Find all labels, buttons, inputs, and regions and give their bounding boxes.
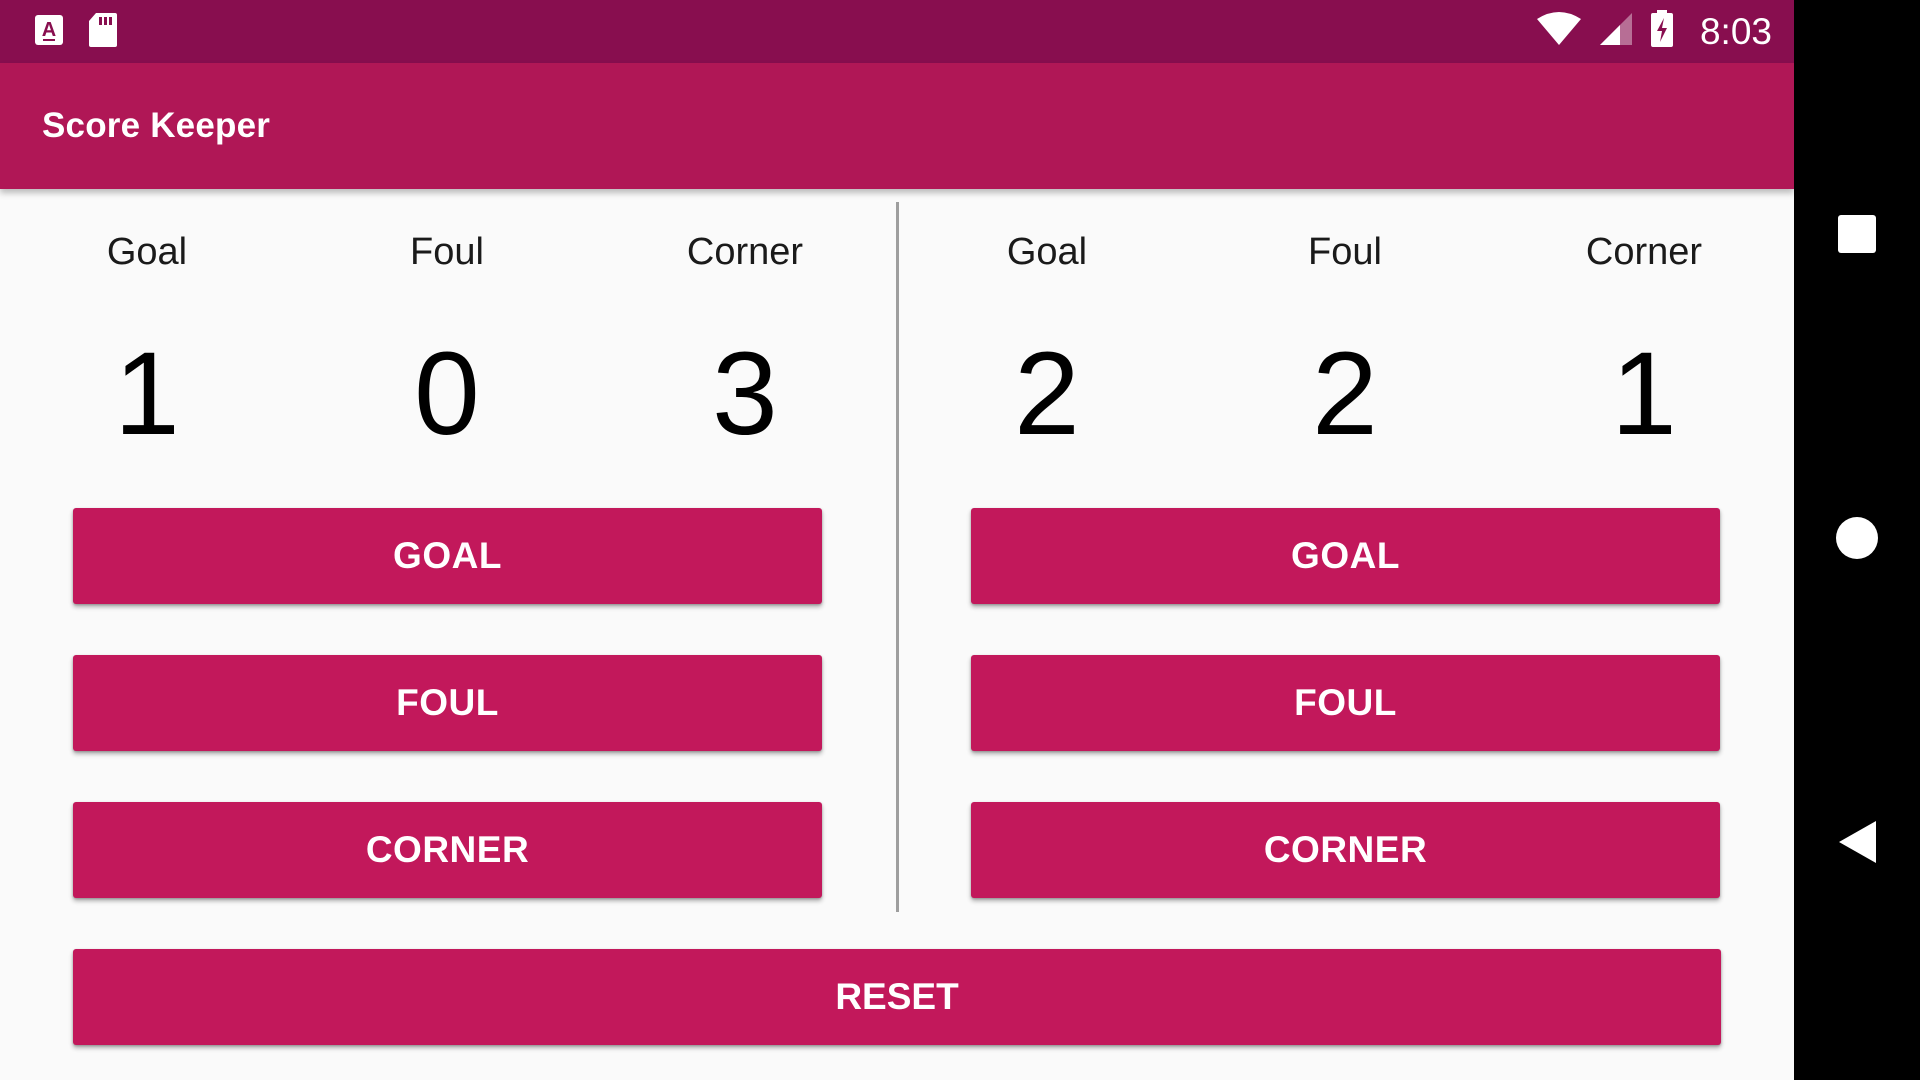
status-bar: A 8:03 [0, 0, 1794, 63]
app-toolbar: Score Keeper [0, 63, 1794, 189]
back-icon [1836, 819, 1878, 870]
corner-count: 1 [1611, 328, 1677, 460]
text-input-icon: A [34, 14, 64, 51]
home-icon [1835, 516, 1879, 565]
foul-count: 0 [414, 328, 480, 460]
sd-card-icon [88, 12, 118, 53]
team-a-goal-button[interactable]: GOAL [73, 508, 822, 604]
status-left-icons: A [34, 12, 118, 53]
foul-count: 2 [1312, 328, 1378, 460]
back-button[interactable] [1794, 784, 1920, 904]
team-b-foul-button[interactable]: FOUL [971, 655, 1720, 751]
recents-icon [1836, 213, 1878, 260]
reset-button[interactable]: RESET [73, 949, 1721, 1045]
main-content: Goal 1 Foul 0 Corner 3 GOAL FOUL CORNER … [0, 189, 1794, 1080]
team-a-foul-button[interactable]: FOUL [73, 655, 822, 751]
navigation-bar [1794, 0, 1920, 1080]
corner-label: Corner [686, 231, 804, 273]
team-b-goal-button[interactable]: GOAL [971, 508, 1720, 604]
home-button[interactable] [1794, 480, 1920, 600]
goal-count: 2 [1014, 328, 1080, 460]
goal-label: Goal [106, 231, 188, 273]
goal-label: Goal [1006, 231, 1088, 273]
status-time: 8:03 [1699, 10, 1772, 52]
team-a-panel: Goal 1 Foul 0 Corner 3 GOAL FOUL CORNER [73, 189, 822, 909]
status-right-icons: 8:03 [1536, 0, 1772, 63]
team-divider [896, 202, 899, 912]
signal-icon [1598, 11, 1634, 52]
team-b-panel: Goal 2 Foul 2 Corner 1 GOAL FOUL CORNER [971, 189, 1720, 909]
battery-charging-icon [1650, 10, 1674, 53]
svg-text:A: A [42, 19, 56, 41]
corner-label: Corner [1585, 231, 1703, 273]
team-b-corner-button[interactable]: CORNER [971, 802, 1720, 898]
app-title: Score Keeper [42, 106, 271, 145]
team-a-corner-button[interactable]: CORNER [73, 802, 822, 898]
recents-button[interactable] [1794, 176, 1920, 296]
foul-label: Foul [410, 231, 484, 273]
corner-count: 3 [712, 328, 778, 460]
wifi-icon [1536, 11, 1582, 52]
foul-label: Foul [1308, 231, 1382, 273]
app-screen: A 8:03 Score Keeper Goal 1 Foul 0 Corner… [0, 0, 1794, 1080]
goal-count: 1 [114, 328, 180, 460]
